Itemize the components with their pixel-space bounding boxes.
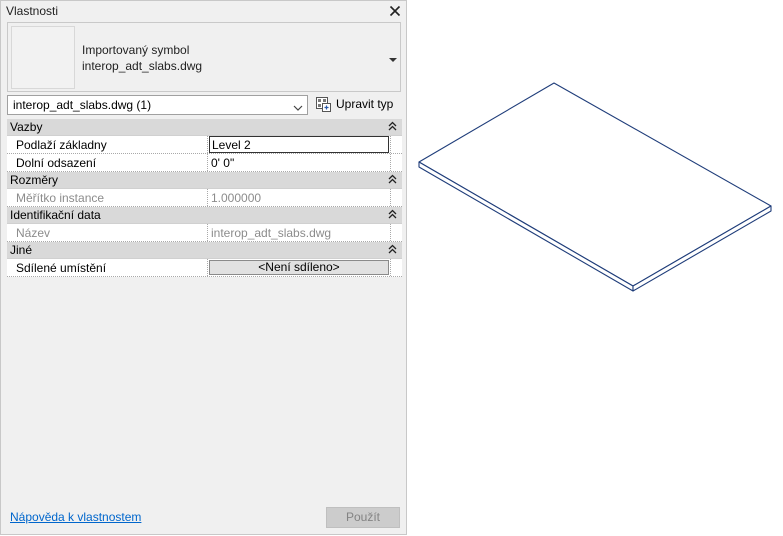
chevron-down-icon[interactable]: [293, 101, 303, 111]
row-end-cell: [390, 136, 402, 153]
edit-type-button[interactable]: Upravit typ: [313, 95, 401, 115]
collapse-up-icon[interactable]: [388, 121, 397, 132]
palette-titlebar[interactable]: Vlastnosti: [1, 1, 406, 21]
group-header-identity-data[interactable]: Identifikační data: [7, 207, 402, 224]
group-label: Jiné: [10, 243, 33, 257]
properties-palette: Vlastnosti Importovaný symbol interop_ad…: [0, 0, 407, 535]
palette-title: Vlastnosti: [6, 4, 59, 18]
group-header-other[interactable]: Jiné: [7, 242, 402, 259]
property-row-shared-site: Sdílené umístění <Není sdíleno>: [7, 259, 402, 277]
edit-type-icon: [315, 96, 332, 113]
property-row-instance-scale: Měřítko instance 1.000000: [7, 189, 402, 207]
group-header-constraints[interactable]: Vazby: [7, 119, 402, 136]
collapse-up-icon[interactable]: [388, 174, 397, 185]
property-grid: Vazby Podlaží základny Level 2 Dolní ods…: [7, 119, 402, 277]
group-header-dimensions[interactable]: Rozměry: [7, 172, 402, 189]
group-label: Vazby: [10, 120, 43, 134]
type-family-label: Importovaný symbol: [82, 43, 190, 57]
instance-scale-value: 1.000000: [211, 191, 262, 205]
instance-filter-value: interop_adt_slabs.dwg (1): [13, 98, 152, 112]
property-row-base-offset: Dolní odsazení 0' 0": [7, 154, 402, 172]
edit-type-label: Upravit typ: [336, 97, 394, 111]
group-label: Rozměry: [10, 173, 59, 187]
row-end-cell: [390, 224, 402, 241]
property-name: Dolní odsazení: [16, 156, 97, 170]
property-name: Měřítko instance: [16, 191, 105, 205]
collapse-up-icon[interactable]: [388, 244, 397, 255]
imported-slab-geometry[interactable]: [418, 82, 772, 292]
base-offset-value: 0' 0": [211, 156, 235, 170]
slab-top-face: [418, 82, 772, 287]
property-value-cell: 1.000000: [207, 189, 390, 206]
instance-filter-select[interactable]: interop_adt_slabs.dwg (1): [7, 95, 308, 115]
property-row-name: Název interop_adt_slabs.dwg: [7, 224, 402, 242]
property-value-cell[interactable]: <Není sdíleno>: [207, 259, 390, 276]
property-name: Název: [16, 226, 51, 240]
row-end-cell: [390, 189, 402, 206]
base-level-value: Level 2: [212, 138, 251, 152]
row-end-cell: [390, 259, 402, 276]
name-value: interop_adt_slabs.dwg: [211, 226, 332, 240]
type-selector[interactable]: Importovaný symbol interop_adt_slabs.dwg: [7, 22, 401, 92]
property-value-cell: interop_adt_slabs.dwg: [207, 224, 390, 241]
property-value-cell[interactable]: Level 2: [207, 136, 390, 153]
property-name: Sdílené umístění: [16, 261, 107, 275]
properties-help-link[interactable]: Nápověda k vlastnostem: [10, 510, 141, 524]
property-value-cell[interactable]: 0' 0": [207, 154, 390, 171]
app-root: Vlastnosti Importovaný symbol interop_ad…: [0, 0, 783, 536]
row-end-cell: [390, 154, 402, 171]
slab-view: [418, 82, 772, 292]
drawing-canvas[interactable]: [408, 0, 783, 536]
property-name: Podlaží základny: [16, 138, 107, 152]
chevron-down-icon[interactable]: [388, 53, 398, 62]
collapse-up-icon[interactable]: [388, 209, 397, 220]
base-level-field[interactable]: Level 2: [209, 136, 389, 153]
apply-button[interactable]: Použít: [326, 507, 400, 528]
type-preview-thumbnail: [11, 26, 75, 89]
type-name-label: interop_adt_slabs.dwg: [82, 59, 203, 73]
close-icon[interactable]: [386, 2, 404, 20]
property-row-base-level: Podlaží základny Level 2: [7, 136, 402, 154]
group-label: Identifikační data: [10, 208, 101, 222]
shared-site-button[interactable]: <Není sdíleno>: [209, 260, 389, 275]
